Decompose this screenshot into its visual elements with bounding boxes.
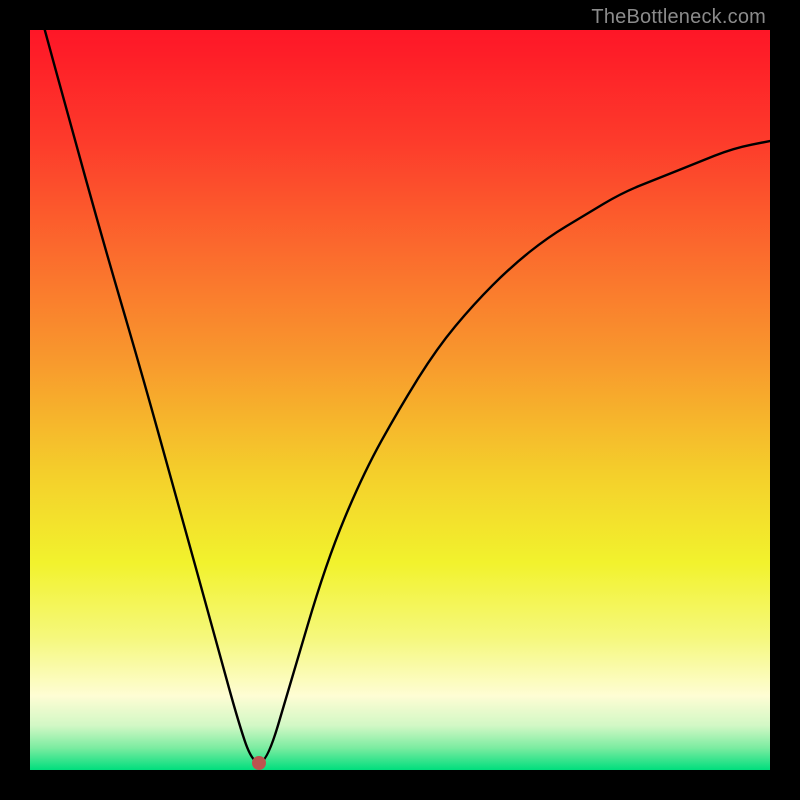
optimal-point-marker (252, 756, 266, 770)
plot-area (30, 30, 770, 770)
watermark-text: TheBottleneck.com (591, 6, 766, 29)
chart-frame: TheBottleneck.com (0, 0, 800, 800)
bottleneck-curve (30, 30, 770, 770)
